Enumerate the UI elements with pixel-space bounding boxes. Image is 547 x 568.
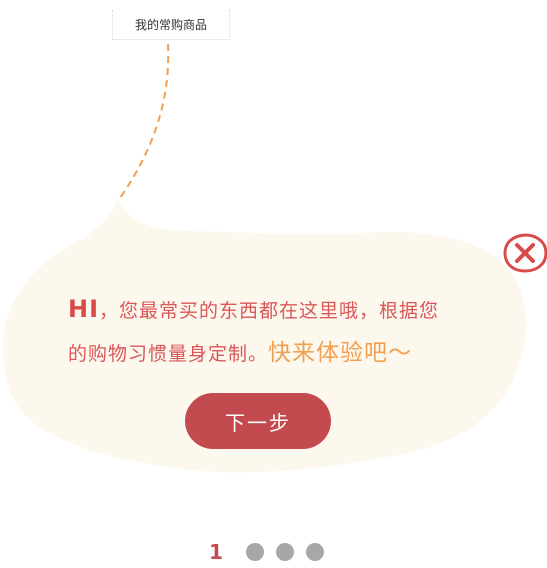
message-line-2: 的购物习惯量身定制。 — [68, 343, 269, 365]
pointer-line — [119, 43, 170, 199]
greeting-separator: ， — [99, 300, 120, 322]
close-button[interactable] — [502, 232, 547, 274]
page-dot[interactable] — [276, 543, 294, 561]
tooltip-message: HI，您最常买的东西都在这里哦，根据您 的购物习惯量身定制。快来体验吧～ — [68, 288, 488, 375]
current-page-number: 1 — [209, 540, 223, 564]
close-icon — [503, 233, 547, 273]
pagination: 1 — [204, 537, 336, 567]
message-line-1: 您最常买的东西都在这里哦，根据您 — [119, 300, 440, 322]
greeting: HI — [68, 295, 100, 323]
page-dot[interactable] — [246, 543, 264, 561]
next-step-button[interactable]: 下一步 — [185, 393, 331, 449]
cta-text: 快来体验吧～ — [268, 340, 413, 366]
tooltip-bubble — [2, 198, 527, 473]
tab-my-frequent-products[interactable]: 我的常购商品 — [112, 10, 230, 40]
page-dot[interactable] — [306, 543, 324, 561]
